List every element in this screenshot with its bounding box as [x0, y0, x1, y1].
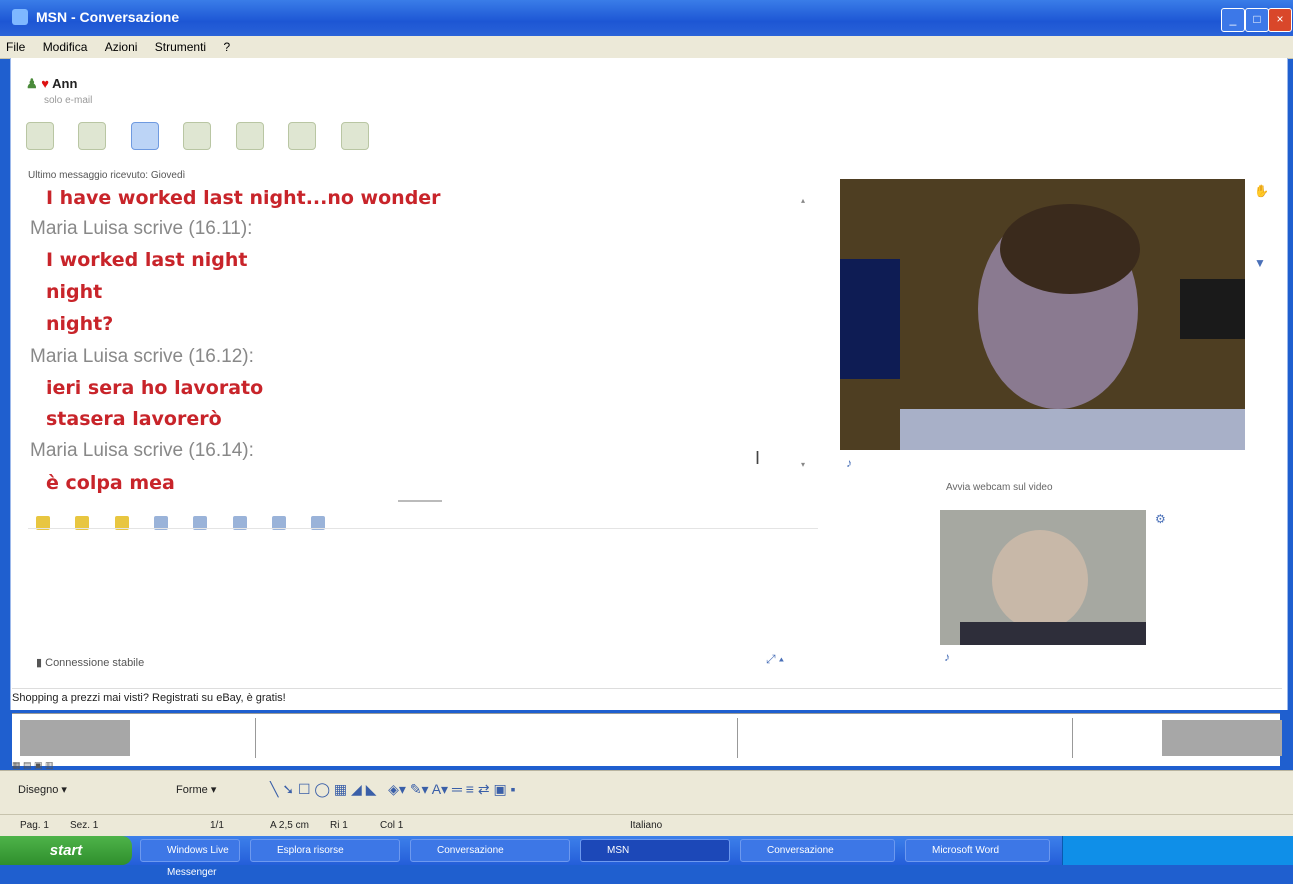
- chat-line: Maria Luisa scrive (16.14):: [30, 440, 254, 461]
- conversation-toolbar: [26, 122, 389, 154]
- chat-line: è colpa mea: [46, 472, 175, 494]
- send-file-icon[interactable]: [78, 122, 107, 150]
- my-webcam-video: [940, 510, 1146, 645]
- menu-tools[interactable]: Strumenti: [149, 36, 214, 54]
- minimize-button[interactable]: _: [1221, 8, 1245, 32]
- status-line: Ri 1: [330, 820, 348, 831]
- call-icon[interactable]: [183, 122, 212, 150]
- margin-block: [20, 720, 130, 756]
- window-title: MSN - Conversazione: [36, 9, 180, 25]
- menu-edit[interactable]: Modifica: [37, 36, 96, 54]
- my-webcam-volume-icon[interactable]: ♪: [944, 650, 950, 664]
- heart-icon: ♥: [41, 76, 49, 91]
- display-options-icon[interactable]: ⤢ ▴: [766, 652, 784, 667]
- my-webcam-options-icon[interactable]: ⚙: [1155, 512, 1166, 526]
- status-page: Pag. 1: [20, 820, 49, 831]
- my-webcam-label: Avvia webcam sul video: [946, 482, 1053, 493]
- taskbar: start Windows Live Messenger Esplora ris…: [0, 836, 1293, 878]
- system-tray: [1062, 836, 1293, 865]
- view-buttons[interactable]: ▦ ▤ ▣ ▥: [12, 760, 132, 770]
- activities-icon[interactable]: [235, 122, 264, 150]
- menu-bar: File Modifica Azioni Strumenti ?: [0, 36, 1293, 59]
- buddy-icon: ♟: [26, 76, 38, 91]
- menu-file[interactable]: File: [0, 36, 33, 54]
- msn-app-icon: [12, 9, 28, 25]
- scroll-up-icon[interactable]: ▴: [801, 196, 805, 205]
- message-input[interactable]: [28, 528, 818, 639]
- chat-scrollbar[interactable]: ▴ ▾: [795, 188, 815, 498]
- taskbar-item[interactable]: Esplora risorse: [250, 839, 400, 862]
- webcam-menu-icon[interactable]: ▼: [1254, 256, 1266, 270]
- chat-line: stasera lavorerò: [46, 408, 222, 430]
- menu-help[interactable]: ?: [217, 36, 238, 54]
- margin-block: [1162, 720, 1282, 756]
- status-page-of: 1/1: [210, 820, 224, 831]
- webcam-settings-icon[interactable]: ✋: [1254, 184, 1269, 198]
- block-icon[interactable]: [340, 122, 369, 150]
- drawing-tools-icons[interactable]: ╲ ➘ ☐ ◯ ▦ ◢ ◣ ◈▾ ✎▾ A▾ ═ ≡ ⇄ ▣ ▪: [270, 781, 516, 798]
- menu-actions[interactable]: Azioni: [99, 36, 146, 54]
- chat-line: night: [46, 281, 103, 303]
- self-webcam-frame: [940, 510, 1146, 645]
- maximize-button[interactable]: □: [1245, 8, 1269, 32]
- connection-status: ▮ Connessione stabile: [36, 657, 145, 669]
- taskbar-item[interactable]: Microsoft Word: [905, 839, 1050, 862]
- word-status-bar: Pag. 1 Sez. 1 1/1 A 2,5 cm Ri 1 Col 1 It…: [0, 814, 1293, 837]
- chat-line: Maria Luisa scrive (16.12):: [30, 346, 254, 367]
- chat-line: I have worked last night...no wonder: [46, 187, 441, 209]
- chat-history: I have worked last night...no wonder Mar…: [28, 170, 818, 505]
- taskbar-item[interactable]: Windows Live Messenger: [140, 839, 240, 878]
- autoshapes-button[interactable]: Forme ▾: [176, 783, 216, 796]
- draw-menu-button[interactable]: Disegno ▾: [18, 783, 67, 796]
- chat-line: Maria Luisa scrive (16.11):: [30, 218, 253, 239]
- webcam-icon[interactable]: [130, 122, 159, 150]
- status-section: Sez. 1: [70, 820, 99, 831]
- text-cursor-icon: I: [755, 448, 761, 468]
- status-language: Italiano: [630, 820, 663, 831]
- title-bar: MSN - Conversazione _ □ ×: [0, 0, 1293, 36]
- webcam-frame: [840, 179, 1245, 450]
- taskbar-item[interactable]: Conversazione: [740, 839, 895, 862]
- document-ruler: [20, 718, 1282, 758]
- contact-name: ♟ ♥ Ann: [26, 76, 78, 91]
- invite-icon[interactable]: [26, 122, 54, 150]
- chat-line: I worked last night: [46, 249, 248, 271]
- games-icon[interactable]: [288, 122, 317, 150]
- contact-webcam-video: [840, 179, 1245, 450]
- chat-line: ieri sera ho lavorato: [46, 377, 264, 399]
- scroll-down-icon[interactable]: ▾: [801, 460, 805, 469]
- taskbar-item[interactable]: MSN: [580, 839, 730, 862]
- status-position: A 2,5 cm: [270, 820, 309, 831]
- pane-splitter[interactable]: [398, 500, 442, 502]
- start-button[interactable]: start: [0, 836, 132, 865]
- webcam-volume-icon[interactable]: ♪: [846, 456, 852, 470]
- signal-icon: ▮: [36, 657, 43, 669]
- taskbar-item[interactable]: Conversazione: [410, 839, 570, 862]
- ad-banner[interactable]: Shopping a prezzi mai visti? Registrati …: [12, 688, 1282, 712]
- contact-status: solo e-mail: [44, 95, 93, 106]
- close-button[interactable]: ×: [1268, 8, 1292, 32]
- status-column: Col 1: [380, 820, 404, 831]
- chat-line: night?: [46, 313, 114, 335]
